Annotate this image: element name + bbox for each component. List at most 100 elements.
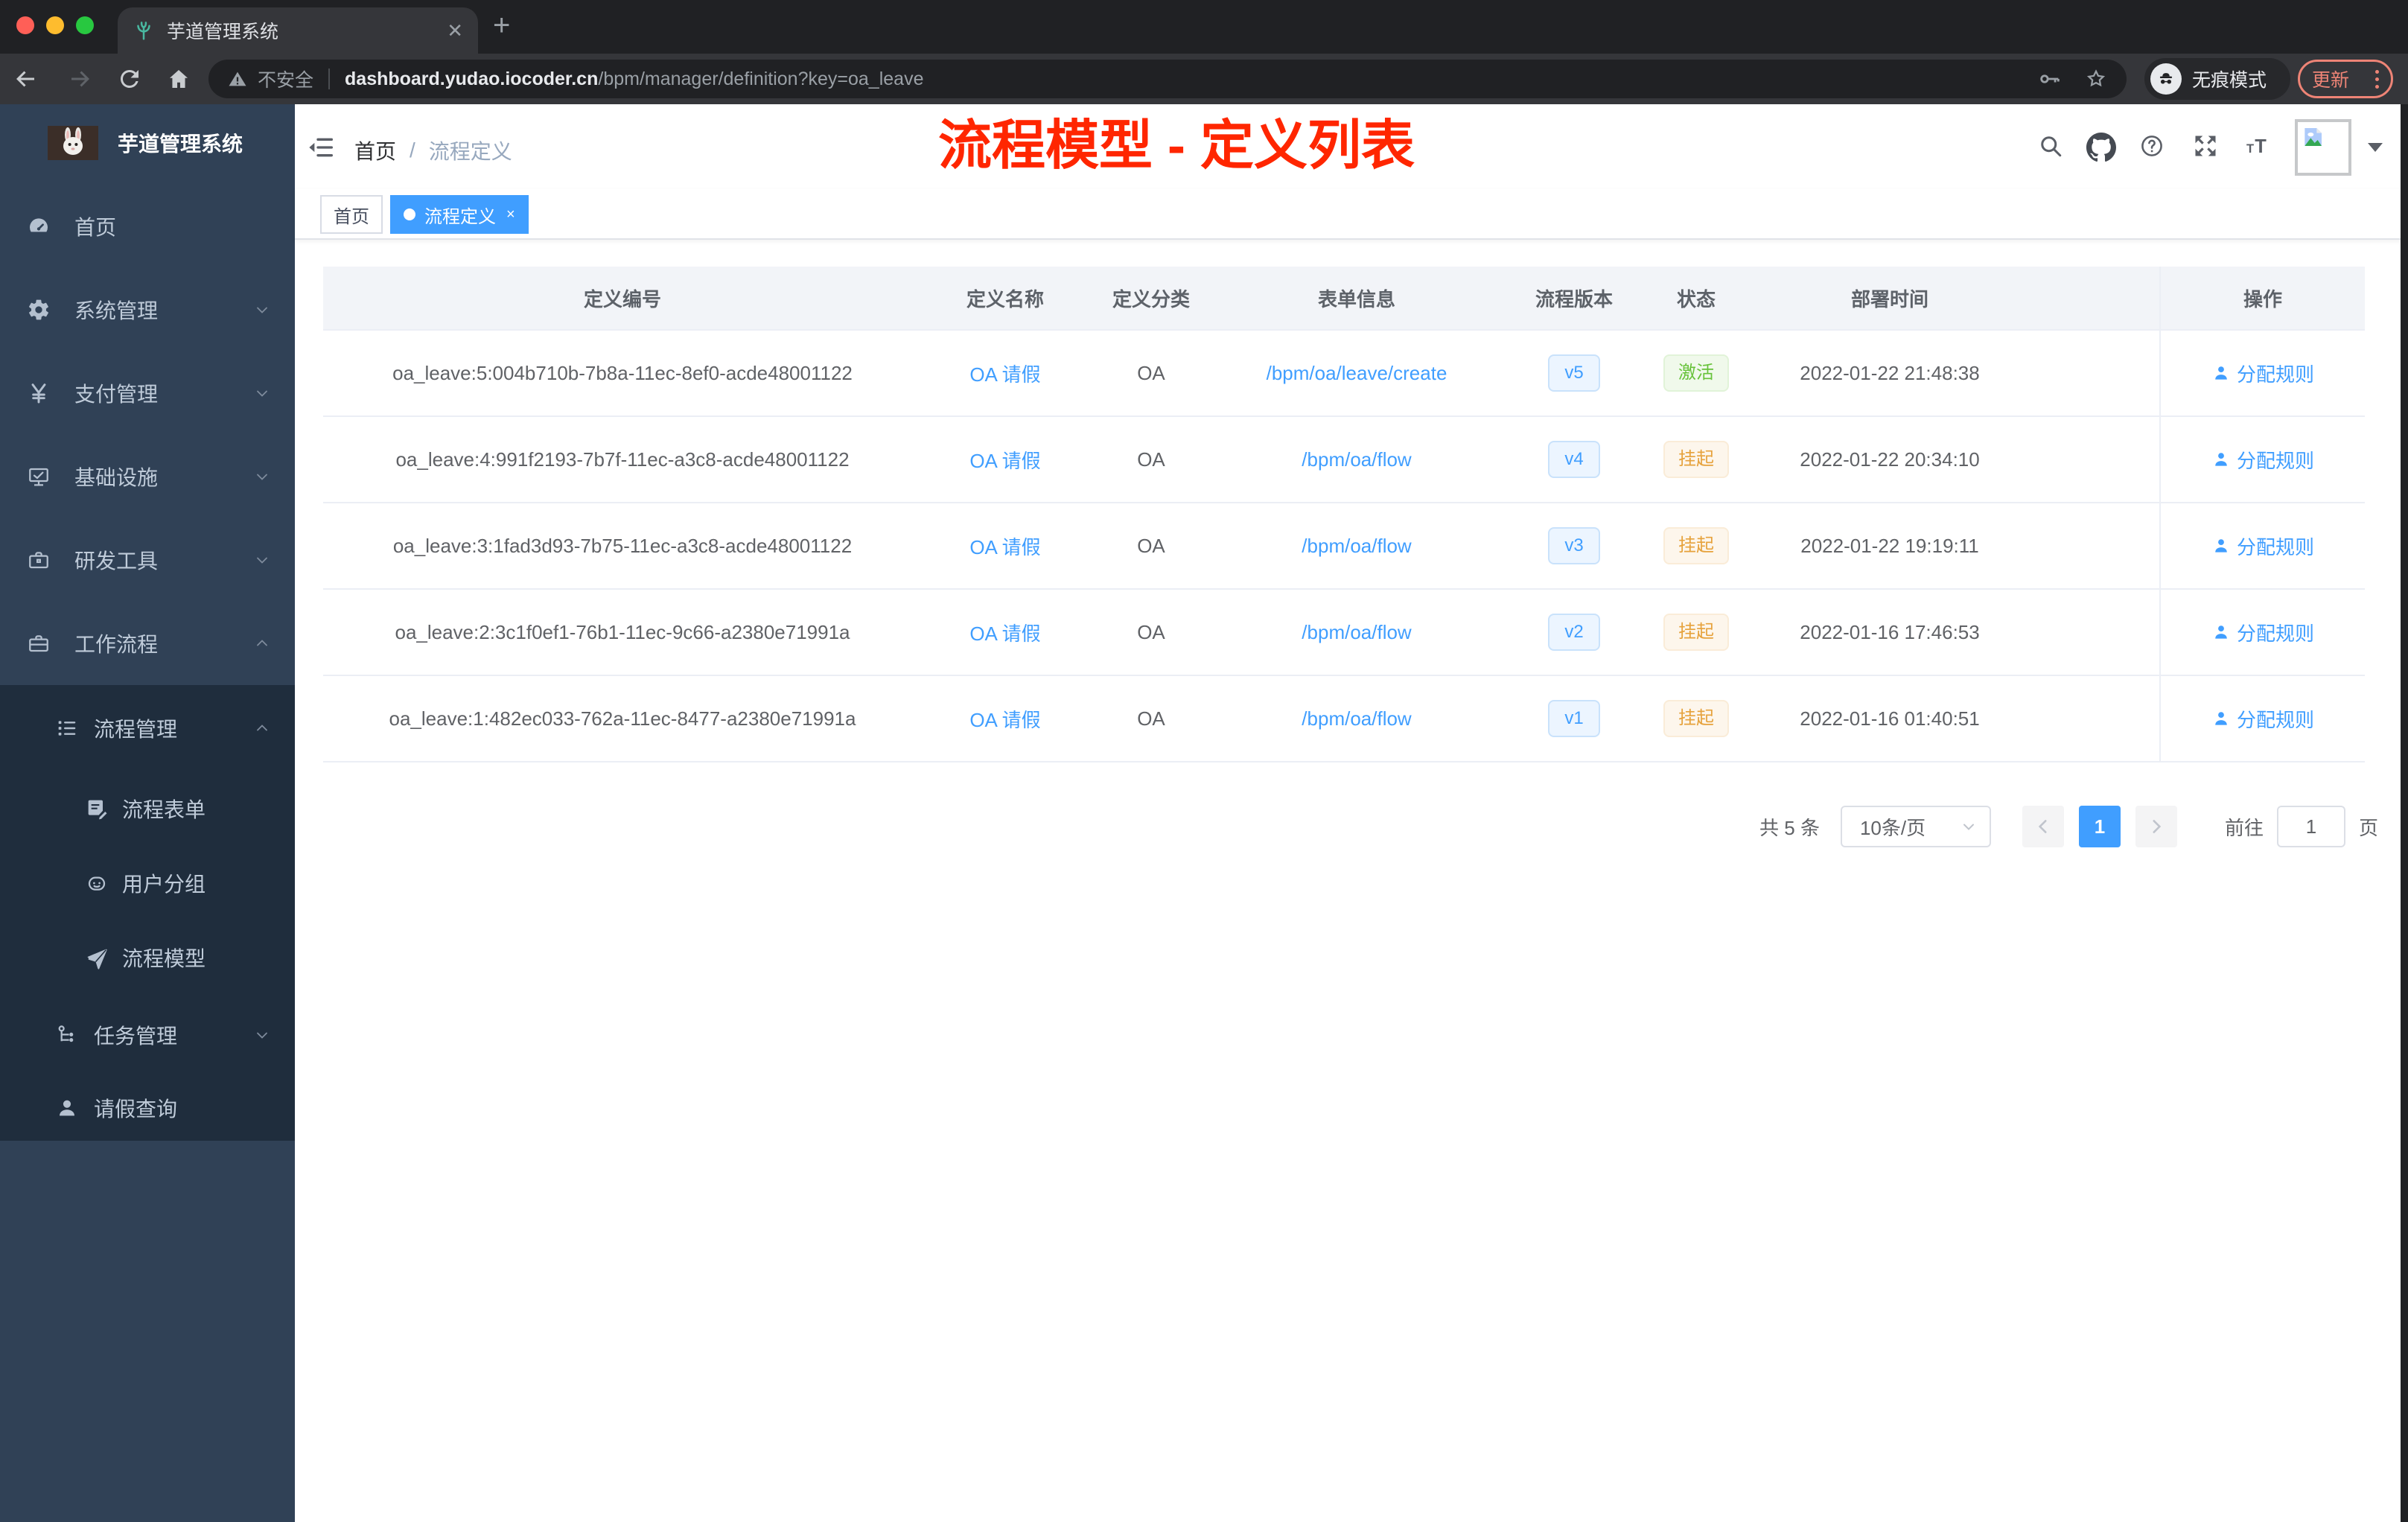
new-tab-button[interactable]: + [493, 9, 510, 42]
sidebar-item-label: 用户分组 [122, 873, 206, 896]
incognito-label: 无痕模式 [2192, 70, 2267, 91]
goto-page-input[interactable] [2276, 806, 2345, 847]
tag-process-definition[interactable]: 流程定义 × [390, 195, 529, 234]
workflow-submenu: 流程管理 流程表单 用户分组 流程模型 任务管理 请假查询 [0, 685, 295, 1141]
goto-label: 前往 [2224, 816, 2264, 839]
form-link[interactable]: /bpm/oa/leave/create [1267, 362, 1447, 385]
browser-menu-icon[interactable] [2375, 69, 2379, 89]
chrome-update-button[interactable]: 更新 [2298, 60, 2393, 98]
sidebar-item-system[interactable]: 系统管理 [0, 268, 295, 351]
prev-page-button[interactable] [2022, 806, 2064, 847]
forward-icon[interactable] [67, 66, 94, 92]
sidebar-item-label: 工作流程 [74, 633, 159, 656]
version-badge: v2 [1548, 614, 1600, 651]
select-caret-icon [1963, 824, 1974, 830]
address-bar[interactable]: 不安全 dashboard.yudao.iocoder.cn/bpm/manag… [208, 60, 2127, 98]
tab-close-icon[interactable]: ✕ [447, 21, 463, 40]
font-size-icon[interactable]: TT [2243, 133, 2272, 159]
form-link[interactable]: /bpm/oa/flow [1302, 448, 1411, 471]
sidebar-item-label: 支付管理 [74, 383, 159, 406]
assign-rule-link[interactable]: 分配规则 [2211, 532, 2314, 560]
breadcrumb-current: 流程定义 [428, 140, 512, 163]
current-page-button[interactable]: 1 [2078, 806, 2121, 847]
column-header: 表单信息 [1317, 287, 1395, 311]
sidebar-item-label: 基础设施 [74, 466, 159, 489]
hamburger-icon[interactable] [307, 133, 337, 162]
form-link[interactable]: /bpm/oa/flow [1302, 535, 1411, 558]
user-icon [2215, 539, 2227, 553]
sidebar-item-leave-query[interactable]: 请假查询 [0, 1075, 295, 1141]
breadcrumb-home[interactable]: 首页 [354, 136, 396, 165]
definition-name-link[interactable]: OA 请假 [969, 705, 1040, 733]
fullscreen-icon[interactable] [2192, 133, 2219, 159]
reload-icon[interactable] [116, 66, 143, 92]
sidebar-item-workflow[interactable]: 工作流程 [0, 602, 295, 685]
back-icon[interactable] [12, 66, 39, 92]
user-avatar-broken-image[interactable] [2295, 119, 2351, 176]
svg-text:T: T [2246, 142, 2254, 156]
definition-id: oa_leave:2:3c1f0ef1-76b1-11ec-9c66-a2380… [395, 620, 850, 643]
status-badge: 挂起 [1663, 527, 1729, 564]
browser-tab[interactable]: 芋道管理系统 ✕ [118, 7, 478, 54]
definition-name-link[interactable]: OA 请假 [969, 446, 1040, 474]
sidebar-item-home[interactable]: 首页 [0, 185, 295, 268]
definition-id: oa_leave:1:482ec033-762a-11ec-8477-a2380… [389, 707, 856, 730]
chevron-right-icon [2153, 820, 2162, 833]
minimize-window-button[interactable] [46, 16, 64, 34]
screen: 芋道管理系统 ✕ + 不安全 dashboard.yudao.iocoder.c… [0, 0, 2408, 1522]
tag-home[interactable]: 首页 [320, 195, 383, 234]
definition-name-link[interactable]: OA 请假 [969, 360, 1040, 387]
broken-image-icon [2305, 128, 2322, 146]
maximize-window-button[interactable] [76, 16, 94, 34]
form-link[interactable]: /bpm/oa/flow [1302, 707, 1411, 730]
home-icon[interactable] [165, 66, 192, 92]
github-icon[interactable] [2086, 133, 2116, 162]
definition-name-link[interactable]: OA 请假 [969, 619, 1040, 646]
sidebar-item-infrastructure[interactable]: 基础设施 [0, 435, 295, 518]
page: 芋道管理系统 首页 系统管理 支付管理 基础设施 研发工具 工作流程 流程管理 … [0, 104, 2408, 1522]
next-page-button[interactable] [2135, 806, 2177, 847]
status-badge: 激活 [1663, 354, 1729, 392]
chevron-down-icon [257, 307, 267, 313]
tags-view-bar: 首页 流程定义 × [295, 189, 2408, 240]
assign-rule-link[interactable]: 分配规则 [2211, 705, 2314, 733]
column-header: 定义名称 [966, 287, 1044, 311]
tag-close-icon[interactable]: × [506, 207, 515, 222]
version-badge: v1 [1548, 700, 1600, 737]
assign-rule-link[interactable]: 分配规则 [2211, 360, 2314, 387]
sidebar-item-process-model[interactable]: 流程模型 [0, 920, 295, 995]
assign-rule-link[interactable]: 分配规则 [2211, 446, 2314, 474]
definition-name-link[interactable]: OA 请假 [969, 532, 1040, 560]
table-row: oa_leave:4:991f2193-7b7f-11ec-a3c8-acde4… [323, 417, 2365, 503]
table-header-row: 定义编号 定义名称 定义分类 表单信息 流程版本 状态 部署时间 操作 [323, 267, 2365, 331]
sidebar-item-process-form[interactable]: 流程表单 [0, 771, 295, 846]
definition-category: OA [1137, 448, 1165, 471]
bookmark-star-icon[interactable] [2083, 66, 2109, 92]
password-key-icon[interactable] [2037, 66, 2063, 92]
assign-rule-link[interactable]: 分配规则 [2211, 619, 2314, 646]
sidebar-item-user-group[interactable]: 用户分组 [0, 846, 295, 920]
chevron-down-icon [257, 1032, 267, 1039]
sidebar: 芋道管理系统 首页 系统管理 支付管理 基础设施 研发工具 工作流程 流程管理 … [0, 104, 295, 1522]
sidebar-item-label: 流程管理 [94, 718, 178, 741]
definition-id: oa_leave:5:004b710b-7b8a-11ec-8ef0-acde4… [392, 361, 853, 384]
search-icon[interactable] [2037, 133, 2064, 159]
user-icon [2215, 453, 2227, 466]
incognito-icon [2150, 63, 2182, 95]
close-window-button[interactable] [16, 16, 34, 34]
avatar-caret-down-icon[interactable] [2368, 143, 2383, 152]
column-header: 定义分类 [1112, 287, 1190, 311]
form-link[interactable]: /bpm/oa/flow [1302, 621, 1411, 644]
sidebar-item-process-management[interactable]: 流程管理 [0, 685, 295, 771]
sidebar-item-label: 流程模型 [122, 947, 206, 970]
help-question-icon[interactable] [2138, 133, 2165, 159]
sidebar-item-dev-tools[interactable]: 研发工具 [0, 518, 295, 602]
sidebar-item-payment[interactable]: 支付管理 [0, 351, 295, 435]
sidebar-item-task-management[interactable]: 任务管理 [0, 995, 295, 1075]
svg-text:T: T [2255, 136, 2267, 157]
sidebar-logo[interactable]: 芋道管理系统 [0, 104, 295, 182]
browser-tab-bar: 芋道管理系统 ✕ + [0, 0, 2408, 54]
page-size-select[interactable]: 10条/页 [1840, 806, 1991, 847]
version-badge: v4 [1548, 441, 1600, 478]
sidebar-menu: 首页 系统管理 支付管理 基础设施 研发工具 工作流程 流程管理 流程表单 用户… [0, 182, 295, 1141]
